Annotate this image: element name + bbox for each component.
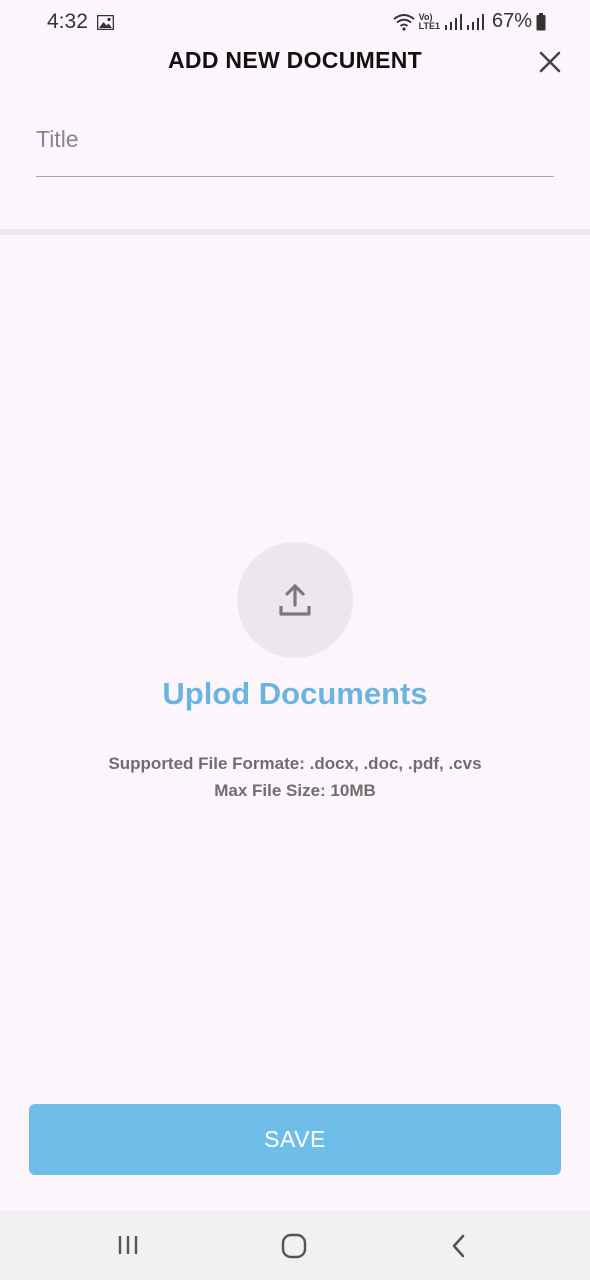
recent-apps-icon[interactable] <box>117 1233 139 1257</box>
battery-percent: 67% <box>491 10 532 32</box>
wifi-icon <box>393 13 415 31</box>
signal-icon-secondary <box>466 13 484 30</box>
status-bar: 4:32 Vo) LTE1 67% <box>0 0 590 46</box>
status-time: 4:32 <box>47 10 88 33</box>
save-button[interactable]: SAVE <box>29 1104 561 1175</box>
close-icon[interactable] <box>536 48 564 76</box>
upload-heading[interactable]: Uplod Documents <box>0 676 590 712</box>
signal-icon <box>444 13 462 30</box>
home-icon[interactable] <box>281 1233 307 1259</box>
network-type-label: Vo) LTE1 <box>418 11 440 31</box>
upload-button[interactable] <box>237 542 353 658</box>
page-title: ADD NEW DOCUMENT <box>168 47 422 73</box>
system-nav-bar <box>0 1211 590 1280</box>
upload-icon <box>279 584 311 616</box>
status-indicators: Vo) LTE1 67% <box>393 10 546 33</box>
section-divider <box>0 229 590 235</box>
gallery-icon <box>97 15 114 30</box>
battery-icon <box>536 12 546 30</box>
title-input[interactable] <box>36 126 554 153</box>
title-field <box>36 112 554 177</box>
supported-formats-text: Supported File Formate: .docx, .doc, .pd… <box>108 754 482 773</box>
max-file-size-text: Max File Size: 10MB <box>214 781 376 800</box>
back-icon[interactable] <box>450 1233 468 1259</box>
